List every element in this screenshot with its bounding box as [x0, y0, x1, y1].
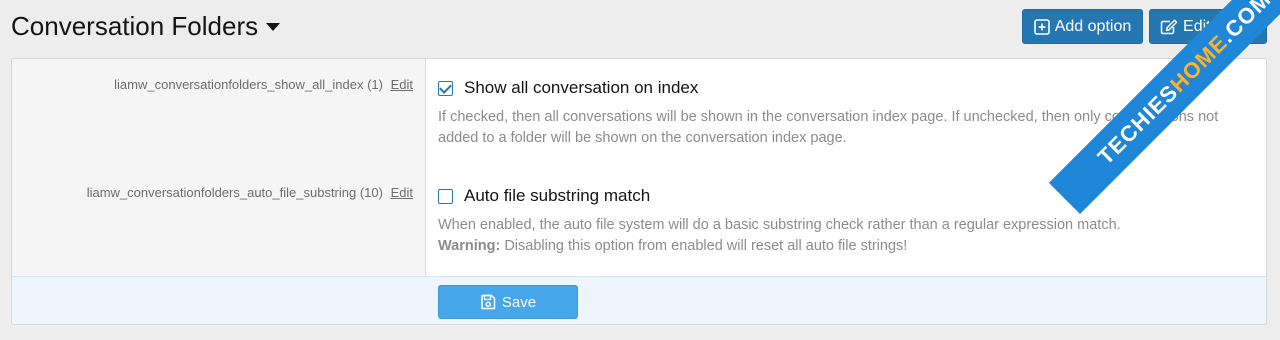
warning-text: Disabling this option from enabled will … — [504, 238, 908, 254]
option-warning: Warning: Disabling this option from enab… — [438, 236, 1248, 257]
form-footer: Save — [12, 276, 1266, 324]
option-key-label: liamw_conversationfolders_auto_file_subs… — [87, 185, 413, 200]
page: Conversation Folders Add option Edit gro — [0, 0, 1280, 340]
edit-option-link[interactable]: Edit — [391, 77, 413, 92]
plus-square-icon — [1033, 18, 1050, 35]
option-title: Auto file substring match — [464, 186, 651, 205]
option-key: liamw_conversationfolders_auto_file_subs… — [86, 185, 383, 200]
option-title: Show all conversation on index — [464, 78, 699, 97]
save-button[interactable]: Save — [438, 285, 578, 319]
add-option-button[interactable]: Add option — [1022, 9, 1143, 44]
add-option-label: Add option — [1054, 17, 1132, 35]
page-title-dropdown[interactable]: Conversation Folders — [11, 9, 281, 43]
option-key-label: liamw_conversationfolders_show_all_index… — [114, 77, 413, 92]
caret-down-icon — [266, 23, 281, 31]
option-description: When enabled, the auto file system will … — [438, 215, 1248, 257]
page-title: Conversation Folders — [11, 11, 259, 41]
edit-option-link[interactable]: Edit — [391, 185, 413, 200]
show-all-index-checkbox[interactable] — [438, 81, 453, 96]
edit-icon — [1160, 19, 1178, 35]
warning-label: Warning: — [438, 238, 501, 254]
check-icon — [439, 81, 452, 94]
save-icon — [480, 294, 496, 310]
option-key: liamw_conversationfolders_show_all_index… — [114, 77, 383, 92]
option-description-text: When enabled, the auto file system will … — [438, 217, 1121, 233]
auto-file-substring-checkbox[interactable] — [438, 189, 453, 204]
save-label: Save — [501, 293, 537, 311]
page-header: Conversation Folders Add option Edit gro — [0, 0, 1280, 55]
